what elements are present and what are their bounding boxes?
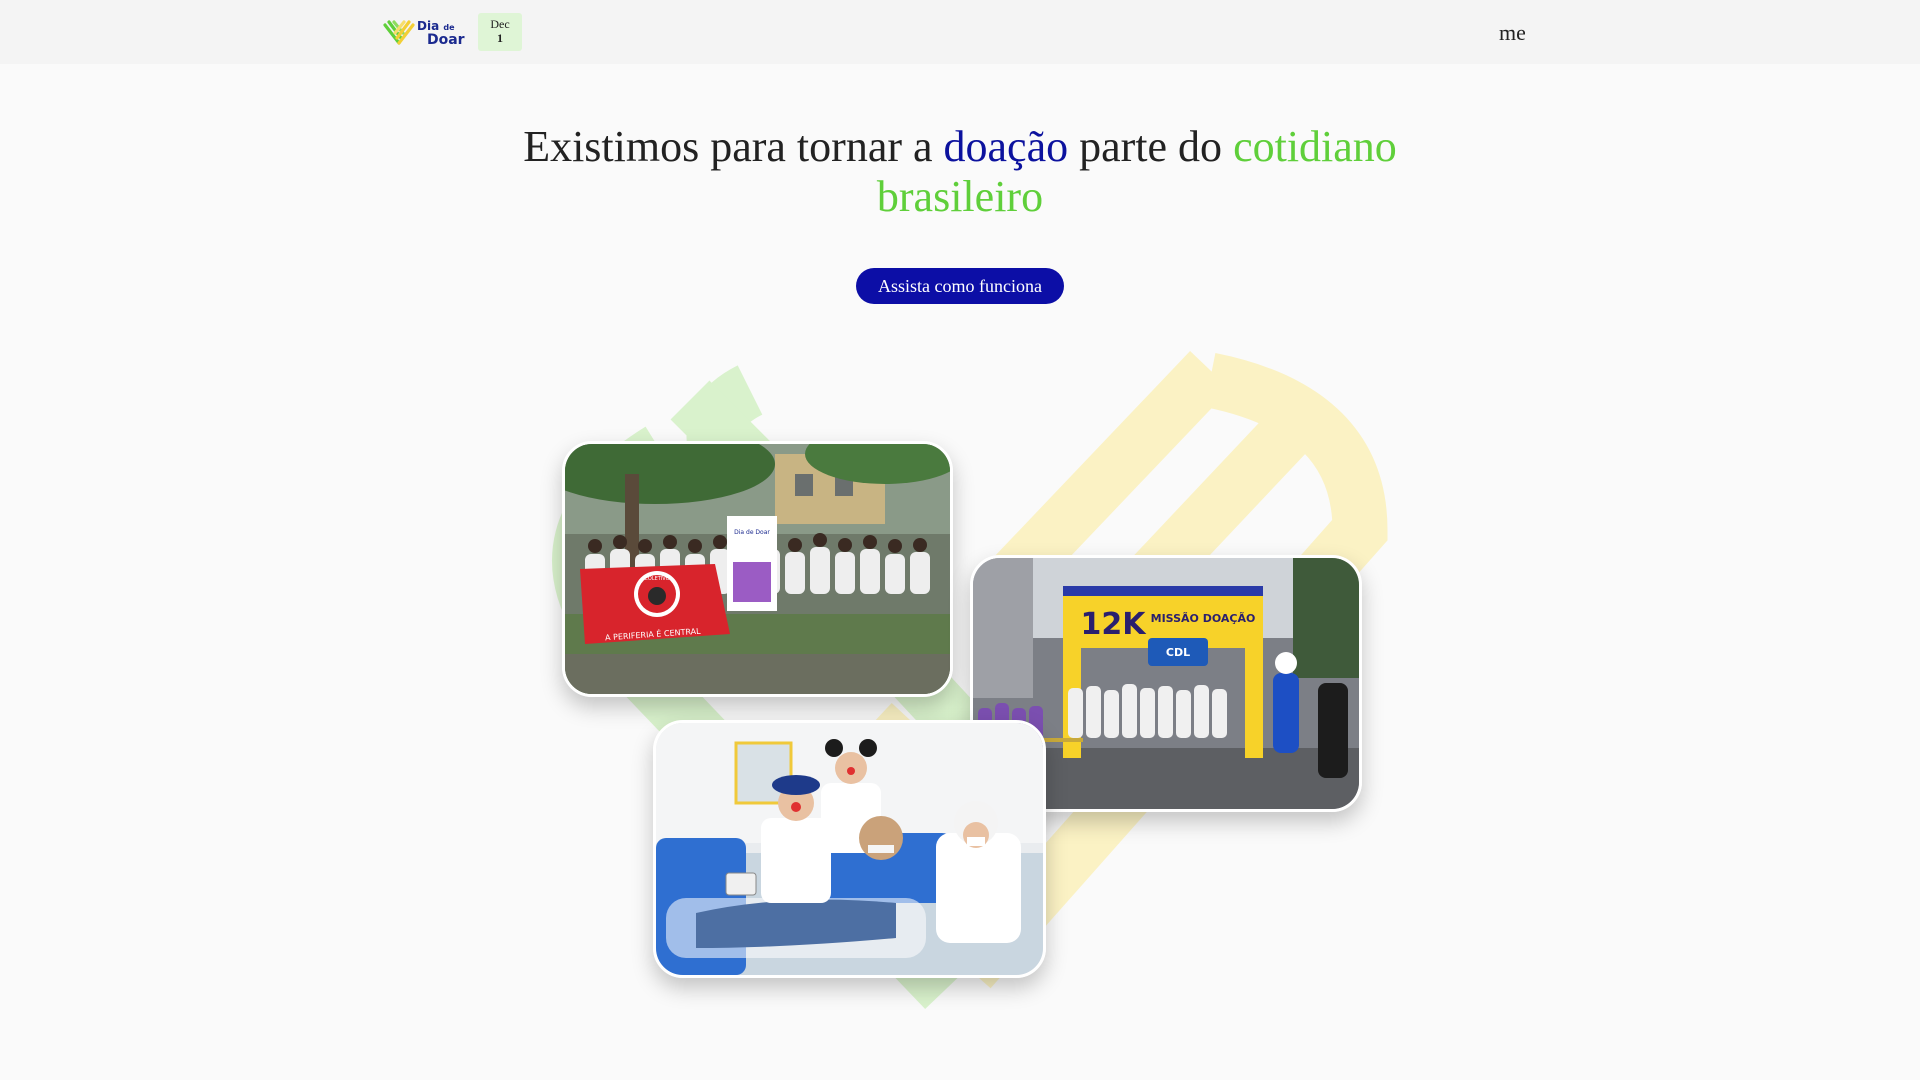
date-badge: Dec 1 <box>478 13 522 51</box>
hero-title-doacao: doação <box>943 122 1069 171</box>
date-month: Dec <box>490 17 510 31</box>
photo2-arch-big-text: 12K <box>1081 607 1148 642</box>
hero-title-part2: parte do <box>1068 122 1234 171</box>
photo-community-group: Dia de Doar COLETIVO A PERIFERIA É CENTR… <box>562 441 953 697</box>
photo2-arch-small-text: MISSÃO DOAÇÃO <box>1151 612 1256 625</box>
watch-how-it-works-button[interactable]: Assista como funciona <box>856 268 1064 304</box>
menu-button[interactable]: menu <box>1499 18 1525 48</box>
hero-title: Existimos para tornar a doação parte do … <box>460 122 1460 222</box>
photo1-sign-text: Dia de Doar <box>734 529 770 536</box>
date-day: 1 <box>497 31 503 45</box>
logo-word-doar: Doar <box>427 31 465 48</box>
logo-word-dia: Dia <box>417 18 440 33</box>
hero-title-part1: Existimos para tornar a <box>523 122 944 171</box>
top-header: Dia de Doar Dec 1 menu <box>0 0 1920 64</box>
logo-word-de: de <box>443 22 455 32</box>
photo1-emblem-text: COLETIVO <box>644 576 669 582</box>
dia-de-doar-logo[interactable]: Dia de Doar <box>383 18 465 48</box>
logo-wordmark: Dia de Doar <box>417 18 465 48</box>
heart-stripes-icon <box>383 20 415 45</box>
photo2-sponsor-text: CDL <box>1166 646 1190 659</box>
photo-community-group-art: Dia de Doar COLETIVO A PERIFERIA É CENTR… <box>565 444 950 694</box>
photo-blood-donation-art <box>656 723 1043 975</box>
photo-blood-donation <box>653 720 1046 978</box>
